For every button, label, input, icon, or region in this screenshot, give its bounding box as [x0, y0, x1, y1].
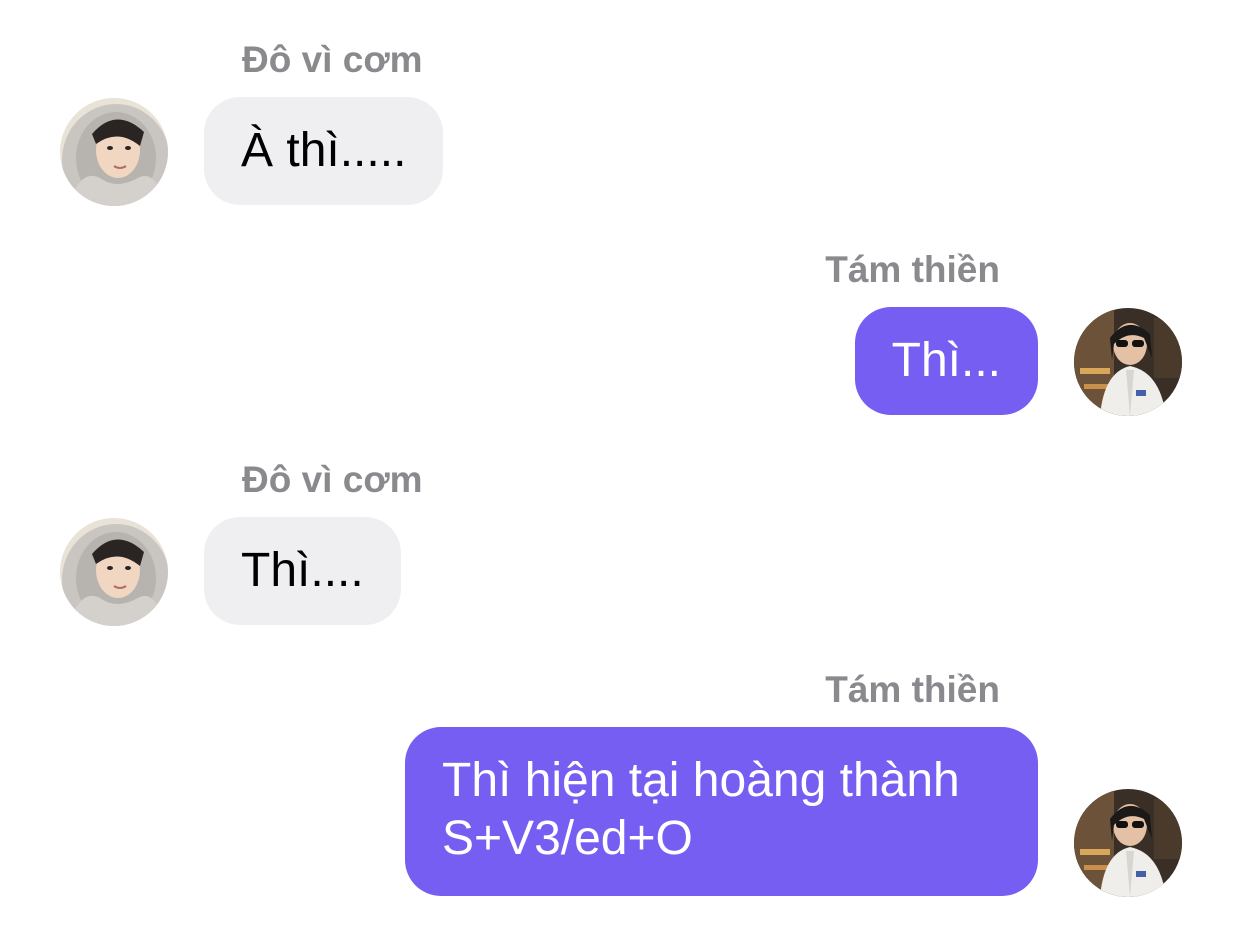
message-text: Thì.... — [241, 544, 364, 597]
avatar-do-vi-com[interactable] — [60, 518, 168, 626]
sender-name: Đô vì cơm — [242, 459, 423, 500]
message-bubble-outgoing[interactable]: Thì... — [854, 307, 1038, 415]
message-bubble-outgoing[interactable]: Thì hiện tại hoàng thành S+V3/ed+O — [405, 727, 1038, 896]
avatar-person-sunglasses-image — [1074, 789, 1182, 897]
avatar-hooded-person-image — [60, 98, 168, 206]
message-text: Thì... — [891, 334, 1001, 387]
message-text: À thì..... — [241, 124, 407, 177]
message-bubble-incoming[interactable]: Thì.... — [204, 517, 401, 625]
avatar-person-sunglasses-image — [1074, 308, 1182, 416]
avatar-hooded-person-image — [60, 518, 168, 626]
avatar-tam-thien[interactable] — [1074, 308, 1182, 416]
chat-thread: Đô vì cơm À thì..... Tám thiền Thì... Đô… — [0, 0, 1242, 930]
message-text-line: Thì hiện tại hoàng thành — [442, 754, 960, 807]
message-text-line: S+V3/ed+O — [442, 812, 693, 865]
sender-name: Tám thiền — [825, 669, 1000, 710]
avatar-do-vi-com[interactable] — [60, 98, 168, 206]
message-bubble-incoming[interactable]: À thì..... — [204, 97, 444, 205]
sender-name: Tám thiền — [825, 249, 1000, 290]
avatar-tam-thien[interactable] — [1074, 789, 1182, 897]
sender-name: Đô vì cơm — [242, 39, 423, 80]
